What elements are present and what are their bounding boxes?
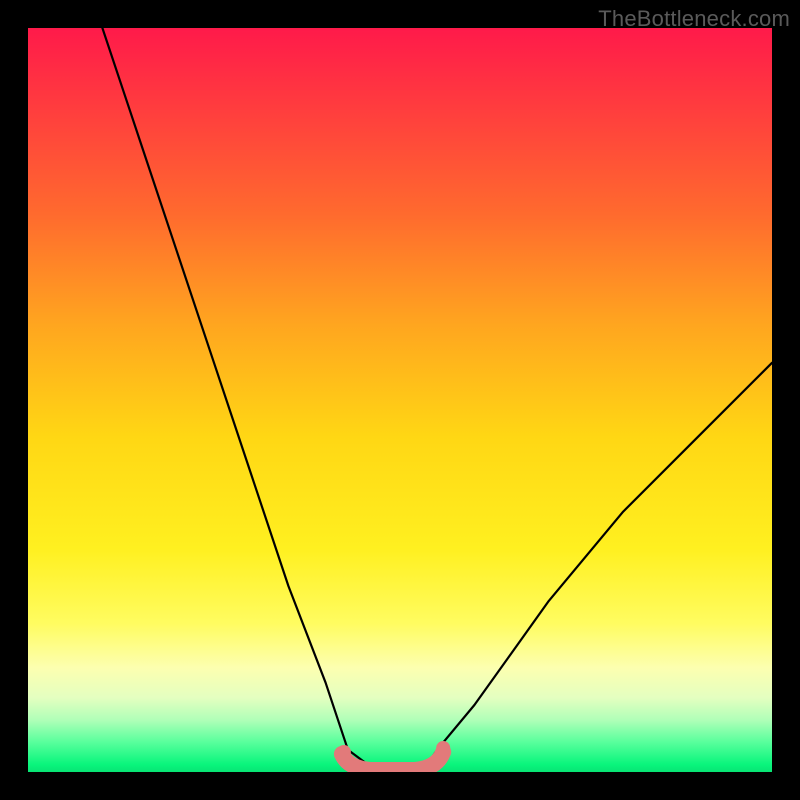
highlight-dot xyxy=(337,745,351,759)
highlight-dot xyxy=(436,741,450,755)
plot-area xyxy=(28,28,772,772)
curve-layer xyxy=(28,28,772,772)
chart-frame: TheBottleneck.com xyxy=(0,0,800,800)
optimal-range-highlight xyxy=(342,752,443,770)
bottleneck-curve xyxy=(102,28,772,772)
